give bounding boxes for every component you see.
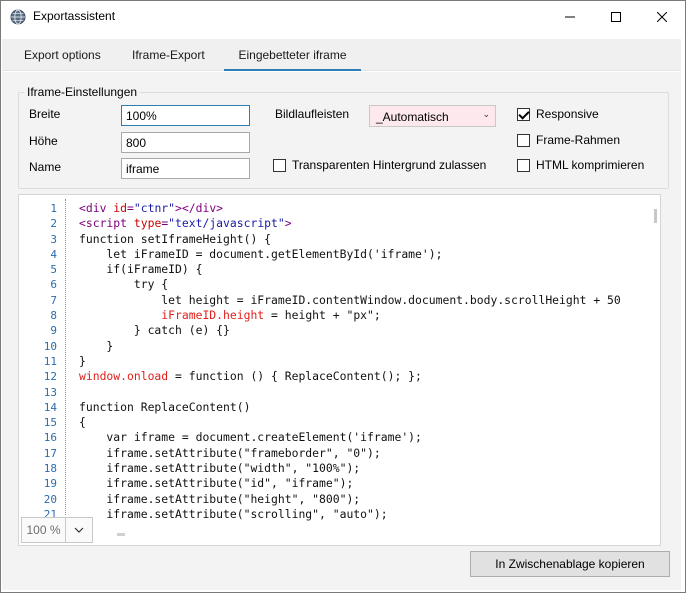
code-line[interactable]: iframe.setAttribute("id", "iframe"); xyxy=(79,476,649,491)
tab-embedded-iframe[interactable]: Eingebetteter iframe xyxy=(224,39,361,71)
tab-export-options[interactable]: Export options xyxy=(24,39,101,71)
export-assistant-window: Exportassistent Export options Iframe-Ex… xyxy=(0,0,686,593)
line-number: 4 xyxy=(50,247,57,261)
minimize-button[interactable] xyxy=(547,1,593,32)
line-number: 17 xyxy=(43,446,57,460)
transparent-background-option[interactable]: Transparenten Hintergrund zulassen xyxy=(273,158,486,172)
code-line[interactable]: if(iFrameID) { xyxy=(79,262,649,277)
line-number: 19 xyxy=(43,477,57,491)
zoom-control[interactable]: 100 % xyxy=(21,517,93,543)
code-line[interactable]: iframe.setAttribute("width", "100%"); xyxy=(79,461,649,476)
frame-border-option[interactable]: Frame-Rahmen xyxy=(517,133,620,147)
line-number-gutter: 1 2 3 4 5 6 7 8 9 10 11 12 13 14 15 16 1… xyxy=(19,201,57,522)
responsive-option[interactable]: Responsive xyxy=(517,107,599,121)
transparent-background-label: Transparenten Hintergrund zulassen xyxy=(292,158,487,172)
compress-html-checkbox[interactable] xyxy=(517,158,530,172)
height-label: Höhe xyxy=(29,134,58,148)
line-number: 6 xyxy=(50,278,57,292)
responsive-label: Responsive xyxy=(536,107,599,121)
line-number: 12 xyxy=(43,370,57,384)
code-line[interactable]: } catch (e) {} xyxy=(79,323,649,338)
scrollbars-select[interactable]: _Automatisch ⌄ xyxy=(369,105,496,127)
vertical-scrollbar[interactable] xyxy=(654,209,657,223)
code-line[interactable]: } xyxy=(79,339,649,354)
maximize-icon xyxy=(611,11,621,22)
tab-content: Iframe-Einstellungen Breite 100% Höhe 80… xyxy=(2,72,681,590)
line-number: 20 xyxy=(43,492,57,506)
scrollbars-selected-value: _Automatisch xyxy=(376,110,449,124)
line-number: 18 xyxy=(43,462,57,476)
code-line[interactable]: window.onload = function () { ReplaceCon… xyxy=(79,369,649,384)
code-line[interactable]: function setIframeHeight() { xyxy=(79,232,649,247)
code-line[interactable]: let height = iFrameID.contentWindow.docu… xyxy=(79,293,649,308)
line-number: 14 xyxy=(43,400,57,414)
chevron-down-icon xyxy=(74,527,84,533)
zoom-dropdown-button[interactable] xyxy=(66,518,92,542)
width-field[interactable]: 100% xyxy=(121,105,250,126)
line-number: 16 xyxy=(43,431,57,445)
zoom-level[interactable]: 100 % xyxy=(22,518,66,542)
scrollbars-label: Bildlaufleisten xyxy=(275,107,350,121)
minimize-icon xyxy=(565,16,575,17)
transparent-background-checkbox[interactable] xyxy=(273,158,286,172)
name-field[interactable]: iframe xyxy=(121,158,250,179)
code-line[interactable]: function ReplaceContent() xyxy=(79,400,649,415)
code-line[interactable]: iframe.setAttribute("scrolling", "auto")… xyxy=(79,507,649,522)
gutter-separator xyxy=(65,199,66,515)
line-number: 11 xyxy=(43,354,57,368)
compress-html-option[interactable]: HTML komprimieren xyxy=(517,158,644,172)
code-line[interactable]: iframe.setAttribute("frameborder", "0"); xyxy=(79,446,649,461)
maximize-button[interactable] xyxy=(593,1,639,32)
frame-border-checkbox[interactable] xyxy=(517,133,530,147)
code-line[interactable]: iframe.setAttribute("height", "800"); xyxy=(79,492,649,507)
code-line[interactable]: iFrameID.height = height + "px"; xyxy=(79,308,649,323)
code-line[interactable]: try { xyxy=(79,277,649,292)
chevron-down-icon: ⌄ xyxy=(482,109,490,119)
line-number: 5 xyxy=(50,263,57,277)
responsive-checkbox[interactable] xyxy=(517,107,530,121)
code-line[interactable]: <div id="ctnr"></div> xyxy=(79,201,649,216)
line-number: 3 xyxy=(50,232,57,246)
code-editor[interactable]: 1 2 3 4 5 6 7 8 9 10 11 12 13 14 15 16 1… xyxy=(18,194,661,546)
code-line[interactable]: let iFrameID = document.getElementById('… xyxy=(79,247,649,262)
code-line[interactable] xyxy=(79,385,649,400)
frame-border-label: Frame-Rahmen xyxy=(536,133,621,147)
tab-label: Iframe-Export xyxy=(132,48,205,62)
window-title: Exportassistent xyxy=(33,9,116,23)
code-line[interactable]: var iframe = document.createElement('ifr… xyxy=(79,430,649,445)
tab-label: Eingebetteter iframe xyxy=(238,48,347,62)
line-number: 13 xyxy=(43,385,57,399)
line-number: 10 xyxy=(43,339,57,353)
horizontal-scrollbar[interactable] xyxy=(117,533,125,536)
code-line[interactable]: <script type="text/javascript"> xyxy=(79,216,649,231)
tab-iframe-export[interactable]: Iframe-Export xyxy=(132,39,205,71)
height-field[interactable]: 800 xyxy=(121,132,250,153)
title-bar[interactable]: Exportassistent xyxy=(1,1,685,32)
compress-html-label: HTML komprimieren xyxy=(536,158,645,172)
name-label: Name xyxy=(29,160,62,174)
line-number: 7 xyxy=(50,293,57,307)
close-button[interactable] xyxy=(639,1,685,32)
group-title: Iframe-Einstellungen xyxy=(24,85,141,99)
code-line[interactable]: } xyxy=(79,354,649,369)
line-number: 1 xyxy=(50,202,57,215)
tab-label: Export options xyxy=(24,48,101,62)
code-lines[interactable]: <div id="ctnr"></div> <script type="text/… xyxy=(79,201,649,522)
code-line[interactable]: { xyxy=(79,415,649,430)
tab-strip: Export options Iframe-Export Eingebettet… xyxy=(2,39,681,71)
app-globe-icon xyxy=(10,9,26,25)
line-number: 9 xyxy=(50,324,57,338)
line-number: 8 xyxy=(50,309,57,323)
line-number: 2 xyxy=(50,217,57,231)
close-icon xyxy=(657,11,667,22)
copy-to-clipboard-button[interactable]: In Zwischenablage kopieren xyxy=(470,551,670,577)
line-number: 15 xyxy=(43,416,57,430)
width-label: Breite xyxy=(29,107,61,121)
